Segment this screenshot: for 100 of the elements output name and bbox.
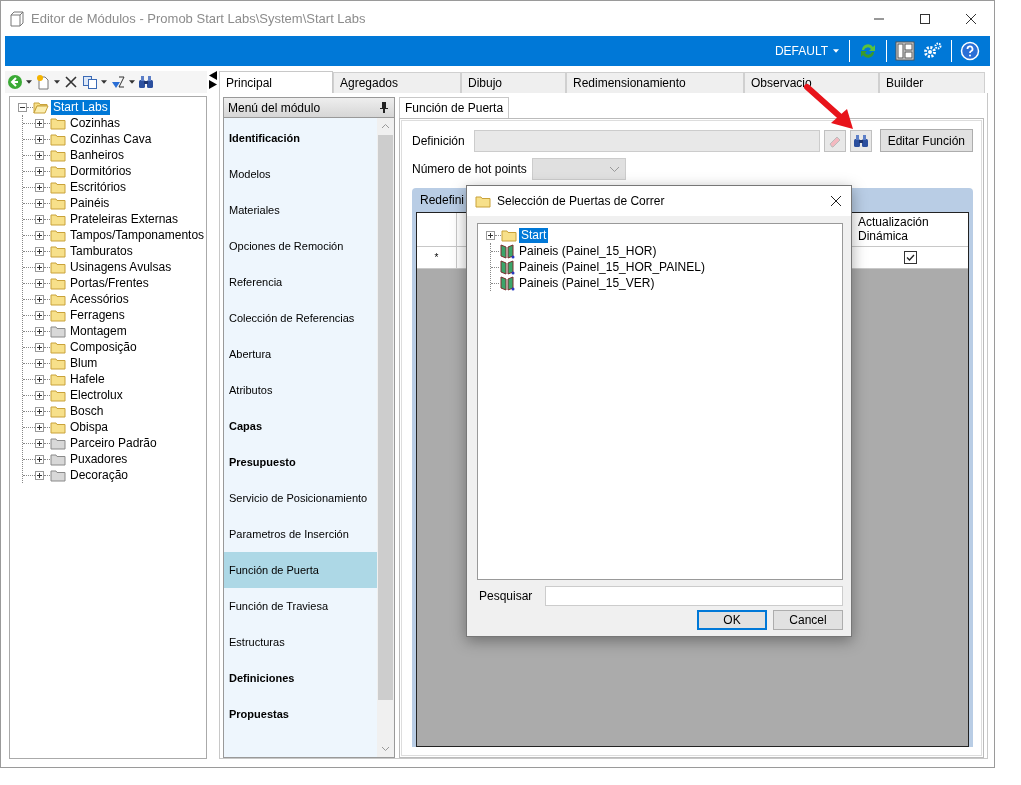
tab[interactable]: Redimensionamiento [566,72,744,93]
caret-icon[interactable] [54,80,60,84]
expand-icon[interactable] [35,390,44,400]
tree-item[interactable]: Blum [68,355,100,371]
menu-item[interactable]: Definiciones [224,660,377,696]
tab[interactable]: Observacio [744,72,879,93]
copy-icon[interactable] [82,74,98,90]
help-icon[interactable] [960,41,980,61]
binoculars-icon[interactable] [138,74,154,90]
tree-item[interactable]: Hafele [68,371,107,387]
caret-icon[interactable] [129,80,135,84]
expand-icon[interactable] [35,406,44,416]
settings-icon[interactable] [923,41,943,61]
tree-item[interactable]: Cozinhas [68,115,123,131]
expand-icon[interactable] [35,326,44,336]
tree-item[interactable]: Banheiros [68,147,127,163]
caret-icon[interactable] [101,80,107,84]
expand-icon[interactable] [35,454,44,464]
tree-item[interactable]: Parceiro Padrão [68,435,159,451]
tree-item[interactable]: Paineis (Painel_15_HOR_PAINEL) [517,259,707,275]
expand-icon[interactable] [35,438,44,448]
expand-icon[interactable] [35,278,44,288]
tab[interactable]: Agregados [333,72,461,93]
collapse-left-icon[interactable] [209,71,217,80]
expand-icon[interactable] [35,294,44,304]
expand-icon[interactable] [35,166,44,176]
tab[interactable]: Función de Puerta [399,97,510,118]
tab[interactable]: Builder [879,72,985,93]
tab[interactable]: Principal [219,71,333,93]
menu-item[interactable]: Materiales [224,192,377,228]
tree-item[interactable]: Usinagens Avulsas [68,259,174,275]
menu-item[interactable]: Propuestas [224,696,377,732]
menu-item[interactable]: Modelos [224,156,377,192]
expand-icon[interactable] [35,374,44,384]
tree-item[interactable]: Paineis (Painel_15_VER) [517,275,657,291]
tree-item[interactable]: Obispa [68,419,111,435]
scrollbar-thumb[interactable] [378,135,393,700]
expand-icon[interactable] [35,310,44,320]
expand-icon[interactable] [35,470,44,480]
tree-item[interactable]: Painéis [68,195,112,211]
ok-button[interactable]: OK [697,610,767,630]
expand-icon[interactable] [35,118,44,128]
menu-item[interactable]: Abertura [224,336,377,372]
layout-icon[interactable] [895,41,915,61]
tree-item[interactable]: Dormitórios [68,163,134,179]
tree-item[interactable]: Prateleiras Externas [68,211,181,227]
folder-icon [50,387,66,403]
folder-icon [475,193,491,209]
expand-icon[interactable] [35,262,44,272]
caret-icon[interactable] [26,80,32,84]
tree-item[interactable]: Start [519,227,549,243]
tree-item[interactable]: Paineis (Painel_15_HOR) [517,243,659,259]
expand-icon[interactable] [35,422,44,432]
expand-icon[interactable] [35,214,44,224]
menu-item[interactable]: Colección de Referencias [224,300,377,336]
menu-item[interactable]: Opciones de Remoción [224,228,377,264]
tree-item[interactable]: Tampos/Tamponamentos [68,227,206,243]
tree-item[interactable]: Montagem [68,323,129,339]
tree-item[interactable]: Bosch [68,403,106,419]
menu-item[interactable]: Parametros de Inserción [224,516,377,552]
delete-icon[interactable] [63,74,79,90]
tree-item[interactable]: Decoração [68,467,131,483]
tree-item[interactable]: Puxadores [68,451,130,467]
expand-icon[interactable] [35,230,44,240]
edit-function-button[interactable]: Editar Función [879,129,973,152]
expand-icon[interactable] [486,230,495,240]
tree-item[interactable]: Ferragens [68,307,127,323]
sort-icon[interactable] [110,74,126,90]
profile-dropdown[interactable]: DEFAULT [772,42,841,60]
expand-icon[interactable] [35,342,44,352]
expand-icon[interactable] [35,134,44,144]
menu-item[interactable]: Presupuesto [224,444,377,480]
tree-item[interactable]: Electrolux [68,387,125,403]
tree-item[interactable]: Portas/Frentes [68,275,151,291]
expand-icon[interactable] [35,246,44,256]
expand-icon[interactable] [35,198,44,208]
expand-icon[interactable] [35,150,44,160]
menu-item[interactable]: Función de Puerta [224,552,377,588]
collapse-icon[interactable] [18,102,27,112]
tree-item[interactable]: Acessórios [68,291,131,307]
checkbox[interactable] [903,251,917,264]
tree-item[interactable]: Tamburatos [68,243,135,259]
expand-icon[interactable] [35,358,44,368]
menu-item[interactable]: Estructuras [224,624,377,660]
menu-item[interactable]: Capas [224,408,377,444]
menu-item[interactable]: Servicio de Posicionamiento [224,480,377,516]
menu-item[interactable]: Función de Traviesa [224,588,377,624]
menu-item[interactable]: Referencia [224,264,377,300]
expand-icon[interactable] [35,182,44,192]
tree-item[interactable]: Composição [68,339,139,355]
menu-item[interactable]: Identificación [224,120,377,156]
pin-icon[interactable] [380,102,388,113]
tree-item[interactable]: Cozinhas Cava [68,131,154,147]
cancel-button[interactable]: Cancel [773,610,843,630]
menu-item[interactable]: Atributos [224,372,377,408]
tab[interactable]: Dibujo [461,72,566,93]
tree-item[interactable]: Start Labs [51,99,110,115]
expand-right-icon[interactable] [209,80,217,89]
search-field[interactable] [545,586,843,606]
tree-item[interactable]: Escritórios [68,179,128,195]
